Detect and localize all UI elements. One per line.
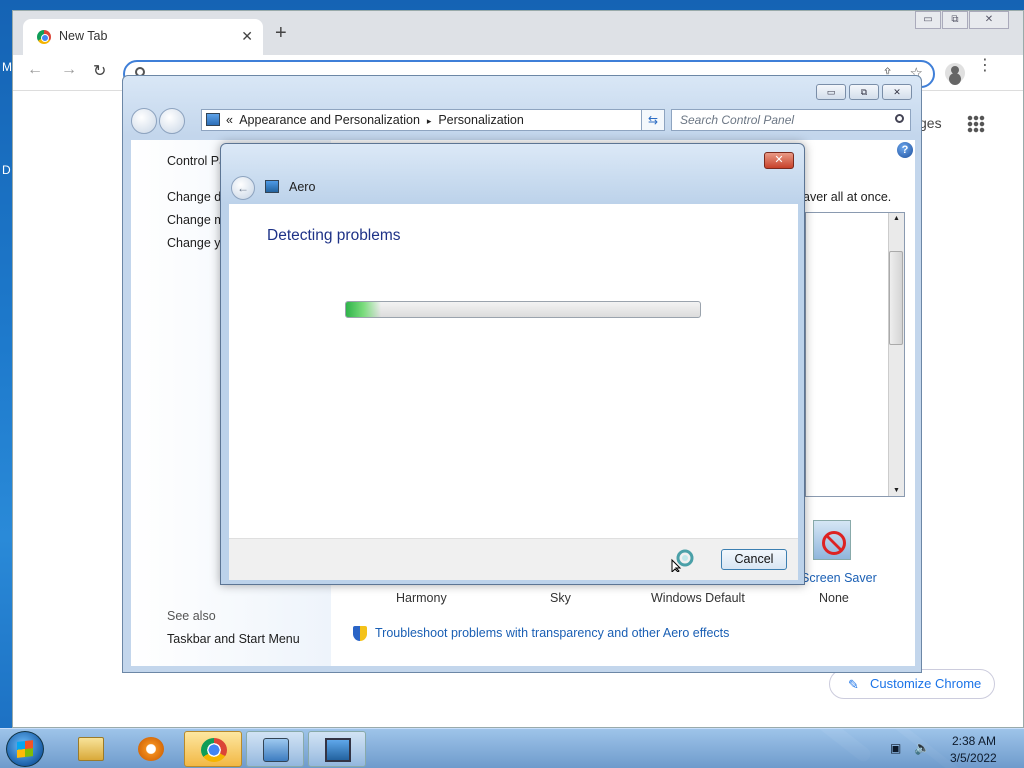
dialog-title: Aero — [289, 180, 316, 194]
maximize-button[interactable]: ⧉ — [942, 11, 968, 29]
reload-icon[interactable]: ↻ — [93, 61, 106, 81]
desktop-edge-letter: D — [2, 163, 11, 177]
account-icon[interactable] — [945, 63, 965, 83]
scrollbar-thumb[interactable] — [889, 251, 903, 345]
menu-icon[interactable]: ⋮ — [977, 58, 993, 74]
address-bar[interactable]: « Appearance and Personalization ▸ Perso… — [201, 109, 665, 131]
clock-time[interactable]: 2:38 AM — [952, 734, 996, 748]
uac-shield-icon — [353, 626, 367, 641]
aero-troubleshooter-icon — [265, 180, 279, 193]
apps-grid-icon[interactable] — [967, 115, 985, 133]
chrome-window-controls: ▭ ⧉ ✕ — [914, 11, 1009, 29]
troubleshoot-link[interactable]: Troubleshoot problems with transparency … — [375, 626, 729, 640]
forward-icon[interactable]: → — [61, 61, 77, 79]
volume-icon[interactable]: 🔈 — [914, 740, 930, 756]
busy-cursor-icon — [671, 549, 694, 572]
close-button[interactable]: ✕ — [882, 84, 912, 100]
taskbar-media-player[interactable] — [122, 731, 180, 767]
progress-bar — [345, 301, 701, 318]
cancel-button[interactable]: Cancel — [721, 549, 787, 570]
status-heading: Detecting problems — [267, 227, 401, 244]
chrome-logo-icon — [201, 738, 227, 762]
control-panel-icon — [263, 738, 289, 762]
screen-saver-icon[interactable] — [813, 520, 851, 560]
tab-title: New Tab — [59, 29, 108, 43]
folder-icon — [78, 737, 104, 761]
start-button[interactable] — [6, 731, 44, 767]
new-tab-button[interactable]: + — [275, 23, 287, 43]
taskbar-control-panel[interactable] — [246, 731, 304, 767]
help-icon[interactable]: ? — [897, 142, 913, 158]
maximize-button[interactable]: ⧉ — [849, 84, 879, 100]
taskbar-personalization[interactable] — [308, 731, 366, 767]
aero-dialog: ✕ ← Aero Detecting problems Cancel — [220, 143, 805, 585]
minimize-button[interactable]: ▭ — [816, 84, 846, 100]
windows-logo-icon — [17, 740, 33, 758]
theme-harmony[interactable]: Harmony — [396, 591, 447, 605]
refresh-button[interactable]: ⇆ — [641, 109, 665, 131]
breadcrumb-separator[interactable]: ▸ — [427, 116, 432, 126]
desktop-edge-letter: M — [2, 60, 12, 74]
breadcrumb-personalization[interactable]: Personalization — [438, 113, 523, 127]
close-button[interactable]: ✕ — [764, 152, 794, 169]
taskbar-chrome[interactable] — [184, 731, 242, 767]
customize-chrome-label: Customize Chrome — [870, 676, 982, 691]
customize-chrome-button[interactable]: ✎ Customize Chrome — [829, 669, 995, 699]
theme-windows-default[interactable]: Windows Default — [651, 591, 745, 605]
back-button[interactable] — [131, 108, 157, 134]
shortcut-label-partial: ges — [919, 115, 942, 131]
screen-saver-value: None — [819, 591, 849, 605]
back-button[interactable]: ← — [231, 176, 255, 200]
taskbar-explorer[interactable] — [62, 731, 120, 767]
theme-sky[interactable]: Sky — [550, 591, 571, 605]
taskbar-start-menu-link[interactable]: Taskbar and Start Menu — [167, 632, 300, 646]
clock-date[interactable]: 3/5/2022 — [950, 751, 997, 765]
chrome-logo-icon — [37, 30, 51, 44]
tab-strip: New Tab ✕ + ▭ ⧉ ✕ — [13, 11, 1023, 55]
tab-new-tab[interactable]: New Tab ✕ — [23, 19, 263, 55]
theme-list[interactable]: ▲ ▼ — [805, 212, 905, 497]
forward-button[interactable] — [159, 108, 185, 134]
screen-saver-link[interactable]: Screen Saver — [801, 571, 877, 585]
dialog-body: Detecting problems — [229, 204, 798, 538]
minimize-button[interactable]: ▭ — [915, 11, 941, 29]
search-icon — [895, 114, 904, 123]
close-button[interactable]: ✕ — [969, 11, 1009, 29]
close-tab-icon[interactable]: ✕ — [241, 28, 253, 45]
scroll-up-icon[interactable]: ▲ — [893, 215, 900, 222]
pencil-icon: ✎ — [848, 677, 859, 692]
taskbar: ▣ 🔈 2:38 AM 3/5/2022 — [0, 728, 1024, 768]
network-icon[interactable]: ▣ — [890, 741, 901, 755]
see-also-heading: See also — [167, 609, 216, 623]
dialog-footer: Cancel — [229, 538, 798, 580]
personalization-icon — [325, 738, 351, 762]
search-input[interactable]: Search Control Panel — [671, 109, 911, 131]
description-text: aver all at once. — [803, 190, 892, 204]
breadcrumb-appearance[interactable]: Appearance and Personalization — [239, 113, 420, 127]
media-player-icon — [138, 737, 164, 761]
back-icon[interactable]: ← — [27, 61, 43, 79]
search-placeholder: Search Control Panel — [680, 113, 795, 127]
breadcrumb: « Appearance and Personalization ▸ Perso… — [226, 113, 524, 127]
scroll-down-icon[interactable]: ▼ — [893, 487, 900, 494]
scrollbar[interactable]: ▲ ▼ — [888, 213, 904, 496]
progress-fill — [346, 302, 382, 317]
control-panel-icon — [206, 113, 220, 126]
breadcrumb-prefix[interactable]: « — [226, 113, 233, 127]
cp-window-controls: ▭ ⧉ ✕ — [813, 84, 912, 100]
